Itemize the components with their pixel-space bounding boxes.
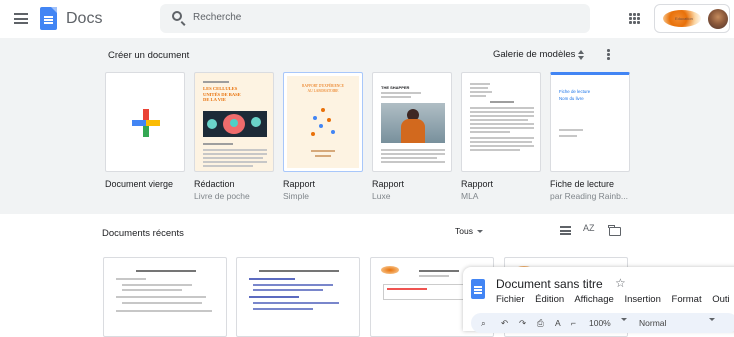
template-subtitle: par Reading Rainb...	[550, 191, 628, 201]
recent-document-card[interactable]	[236, 257, 360, 337]
template-subtitle: Luxe	[372, 191, 391, 201]
owner-filter-label: Tous	[455, 226, 473, 236]
recent-document-card[interactable]	[103, 257, 227, 337]
search-bar[interactable]: Recherche	[160, 4, 590, 33]
cells-illustration	[203, 111, 267, 137]
more-options-icon[interactable]	[607, 49, 611, 61]
recent-documents-title: Documents récents	[102, 228, 184, 239]
template-name: Rédaction	[194, 179, 235, 189]
menu-insert[interactable]: Insertion	[624, 294, 660, 305]
search-menus-icon[interactable]: ⌕	[481, 318, 486, 329]
search-icon[interactable]	[172, 11, 182, 21]
account-switcher[interactable]: Education	[654, 4, 730, 33]
template-report-mla[interactable]	[461, 72, 541, 172]
template-name: Rapport	[283, 179, 316, 189]
redo-icon[interactable]: ↷	[519, 318, 526, 329]
docs-logo-icon[interactable]	[40, 7, 57, 30]
plus-icon	[132, 109, 160, 137]
organization-logo: Education	[663, 10, 701, 27]
menu-tools[interactable]: Outi	[712, 294, 729, 305]
template-heading: Fiche de lecture Nom du livre	[559, 89, 591, 101]
template-name: Fiche de lecture	[550, 179, 615, 189]
editing-toolbar: ⌕ ↶ ↷ ⎙ A ⌐ 100% Normal	[471, 313, 734, 333]
menu-file[interactable]: Fichier	[496, 294, 525, 305]
template-subtitle: MLA	[461, 191, 479, 201]
docs-logo-icon[interactable]	[471, 279, 485, 299]
document-menu-bar: Fichier Édition Affichage Insertion Form…	[496, 294, 734, 305]
create-document-title: Créer un document	[108, 50, 190, 61]
molecule-illustration	[307, 106, 339, 138]
menu-view[interactable]: Affichage	[574, 294, 613, 305]
apps-grid-icon[interactable]	[629, 13, 640, 24]
sort-az-icon[interactable]: AZ	[583, 223, 595, 233]
document-title[interactable]: Document sans titre	[496, 277, 603, 291]
template-name: Document vierge	[105, 179, 174, 189]
template-book-report[interactable]: Fiche de lecture Nom du livre	[550, 72, 630, 172]
dropdown-caret-icon	[476, 230, 483, 234]
open-document-preview[interactable]: Document sans titre ☆ Fichier Édition Af…	[463, 267, 734, 333]
expand-collapse-icon[interactable]	[578, 49, 585, 61]
style-caret-icon[interactable]	[709, 318, 715, 321]
template-report-simple[interactable]: RAPPORT D'EXPÉRIENCE AU LABORATOIRE	[283, 72, 363, 172]
top-bar: Docs Recherche Education	[0, 0, 734, 38]
avatar[interactable]	[708, 9, 728, 29]
template-report-luxe[interactable]: THE SHAPPER	[372, 72, 452, 172]
template-name: Rapport	[372, 179, 405, 189]
template-subtitle: Livre de poche	[194, 191, 250, 201]
template-blank[interactable]	[105, 72, 185, 172]
hamburger-menu-icon[interactable]	[14, 13, 28, 24]
template-heading: LES CELLULES UNITÉS DE BASE DE LA VIE	[203, 86, 241, 102]
undo-icon[interactable]: ↶	[501, 318, 508, 329]
owner-filter-dropdown[interactable]: Tous	[455, 226, 483, 236]
template-heading: THE SHAPPER	[381, 85, 410, 90]
menu-edit[interactable]: Édition	[535, 294, 564, 305]
search-input[interactable]: Recherche	[193, 12, 241, 23]
zoom-caret-icon[interactable]	[621, 318, 627, 321]
star-icon[interactable]: ☆	[615, 276, 626, 290]
template-inner: RAPPORT D'EXPÉRIENCE AU LABORATOIRE	[287, 76, 359, 168]
template-name: Rapport	[461, 179, 494, 189]
list-view-icon[interactable]	[560, 226, 571, 235]
folder-picker-icon[interactable]	[608, 224, 621, 236]
menu-format[interactable]: Format	[672, 294, 702, 305]
template-heading: RAPPORT D'EXPÉRIENCE AU LABORATOIRE	[302, 84, 344, 93]
hiker-photo	[381, 103, 445, 143]
app-title[interactable]: Docs	[66, 10, 102, 28]
template-gallery-button[interactable]: Galerie de modèles	[493, 49, 575, 60]
template-gallery: Créer un document Galerie de modèles Doc…	[0, 38, 734, 214]
template-essay[interactable]: LES CELLULES UNITÉS DE BASE DE LA VIE	[194, 72, 274, 172]
print-icon[interactable]: ⎙	[537, 318, 544, 329]
template-subtitle: Simple	[283, 191, 309, 201]
